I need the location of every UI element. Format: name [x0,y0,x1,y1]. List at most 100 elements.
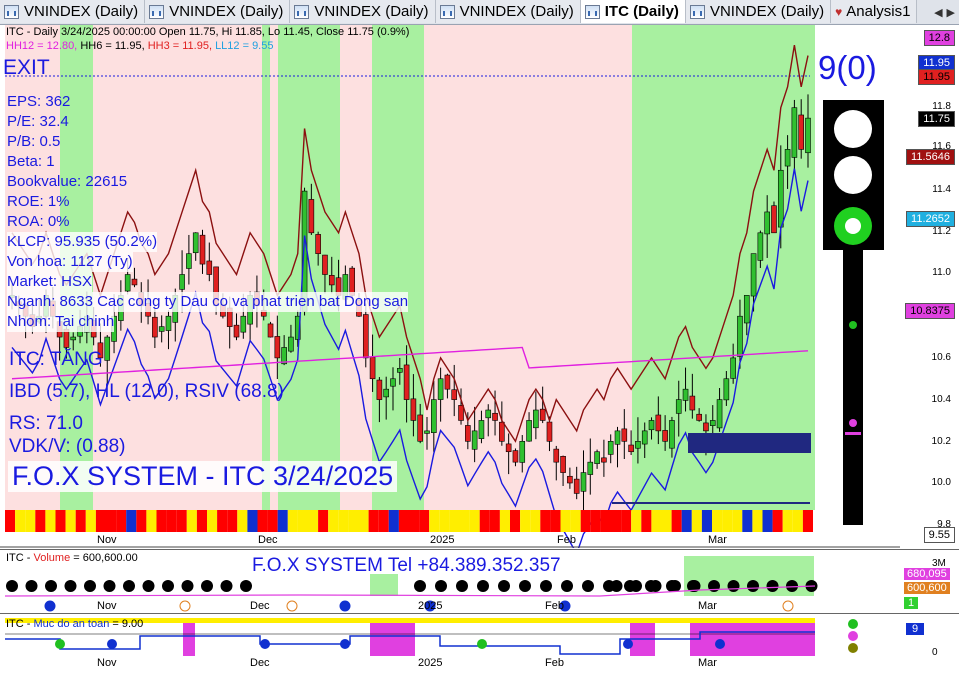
price-axis-label: 10.6 [931,352,951,363]
signal-stripe-cell [520,510,531,532]
status-label: ITC: TĂNG [9,349,103,370]
month-label: 2025 [430,534,454,546]
volume-dot [540,580,552,592]
signal-stripe-cell [631,510,642,532]
chart-icon [294,4,310,19]
fundamental-item: Nganh: 8633 Cac cong ty Dau co va phat t… [7,292,409,312]
candle-body [635,440,641,449]
fundamental-item: KLCP: 95.935 (50.2%) [7,232,158,252]
signal-stripe-cell [742,510,753,532]
safety-chart[interactable]: Nov Dec 2025 Feb Mar [0,614,959,674]
signal-stripe-cell [510,510,521,532]
tab-5[interactable]: VNINDEX (Daily) [685,0,832,23]
month-label: Dec [258,534,278,546]
tab-scroll-buttons[interactable]: ◀ ▶ [930,0,959,24]
fundamental-item: Beta: 1 [7,153,55,170]
safety-title: ITC - Muc do an toan = 9.00 [6,618,144,630]
traffic-light-pole [843,250,863,525]
signal-stripe-cell [207,510,218,532]
signal-stripe-cell [85,510,96,532]
price-axis-label: 11.0 [932,267,951,278]
fundamental-item: EPS: 362 [7,93,71,110]
candle-body [655,414,662,432]
candle-body [431,399,437,433]
signal-stripe-cell [489,510,500,532]
candle-body [512,450,519,463]
volume-dot [766,580,779,592]
candle-body [390,378,396,387]
signal-stripe-cell [176,510,187,532]
tab-6[interactable]: ♥ Analysis1 [831,0,918,23]
volume-tag-avg: 680,095 [904,568,950,580]
signal-stripe-cell [479,510,490,532]
signal-stripe-cell [287,510,298,532]
volume-dot [162,580,174,592]
signal-stripe-cell [308,510,319,532]
safety-month-label: Nov [97,657,117,669]
signal-stripe-cell [469,510,480,532]
volume-signal-dot [44,600,56,612]
candle-body [743,295,750,324]
volume-dot [142,580,155,592]
candle-body [424,430,430,434]
contact-label: F.O.X SYSTEM Tel +84.389.352.357 [252,555,561,576]
volume-dot [519,580,531,592]
vdk-label: VDK/V: (0.88) [9,436,126,457]
rs-label: RS: 71.0 [9,413,83,434]
candle-body [417,414,424,442]
tab-1[interactable]: VNINDEX (Daily) [145,0,291,23]
candle-body [601,457,607,463]
signal-stripe-cell [318,510,329,532]
candle-body [791,107,798,158]
analysis-icon: ♥ [835,4,843,19]
chart-icon [4,4,19,19]
volume-dot [25,580,38,592]
safety-dot [260,639,270,649]
candle-body [369,356,376,380]
signal-stripe-cell [459,510,470,532]
tab-2[interactable]: VNINDEX (Daily) [290,0,436,23]
volume-dot [84,580,96,592]
signal-stripe-cell [782,510,793,532]
scroll-right-icon[interactable]: ▶ [947,6,955,19]
scroll-left-icon[interactable]: ◀ [934,6,942,19]
safety-panel[interactable]: Nov Dec 2025 Feb Mar ITC - Muc do an toan = … [0,613,959,674]
volume-panel[interactable]: Nov Dec 2025 Feb Mar ITC - Volume = 600,600.… [0,549,959,613]
signal-stripe-cell [388,510,399,532]
signal-stripe-cell [126,510,137,532]
fundamentals-list: EPS: 362 P/E: 32.4 P/B: 0.5 Beta: 1 Bookvalu… [7,92,409,332]
signal-stripe-cell [247,510,258,532]
price-panel[interactable]: Nov Dec 2025 Feb Mar ITC - Daily 3/24/2025 0… [0,25,959,548]
candle-body [621,428,628,442]
signal-stripe-cell [35,510,46,532]
score-label: 9(0) [818,49,877,86]
candle-body [594,451,600,464]
volume-dot [201,580,213,592]
volume-month-label: Mar [698,600,717,612]
signal-stripe-cell [641,510,652,532]
tab-0[interactable]: VNINDEX (Daily) [0,0,146,23]
signal-stripe-cell [499,510,510,532]
fundamental-item: P/E: 32.4 [7,113,69,130]
safety-dot [107,639,117,649]
tab-3[interactable]: VNINDEX (Daily) [435,0,581,23]
candle-body [410,398,417,421]
candle-body [757,232,764,261]
candle-body [662,430,668,442]
signal-stripe-cell [681,510,692,532]
hh12-label: HH12 = 12.80, [6,40,78,52]
safety-dot [340,639,350,649]
signal-stripe-cell [560,510,571,532]
signal-stripe-cell [691,510,702,532]
signal-stripe-cell [398,510,409,532]
tab-4[interactable]: ITC (Daily) [580,0,686,23]
candle-body [526,420,532,442]
price-axis-label: 11.6 [932,141,951,152]
volume-signal-dot [179,600,191,612]
safety-tag: 9 [906,623,925,635]
volume-dot [747,580,759,592]
signal-stripe-cell [732,510,743,532]
signal-stripe-cell [449,510,460,532]
safety-legend-dot [848,643,858,653]
candle-body [675,399,682,414]
